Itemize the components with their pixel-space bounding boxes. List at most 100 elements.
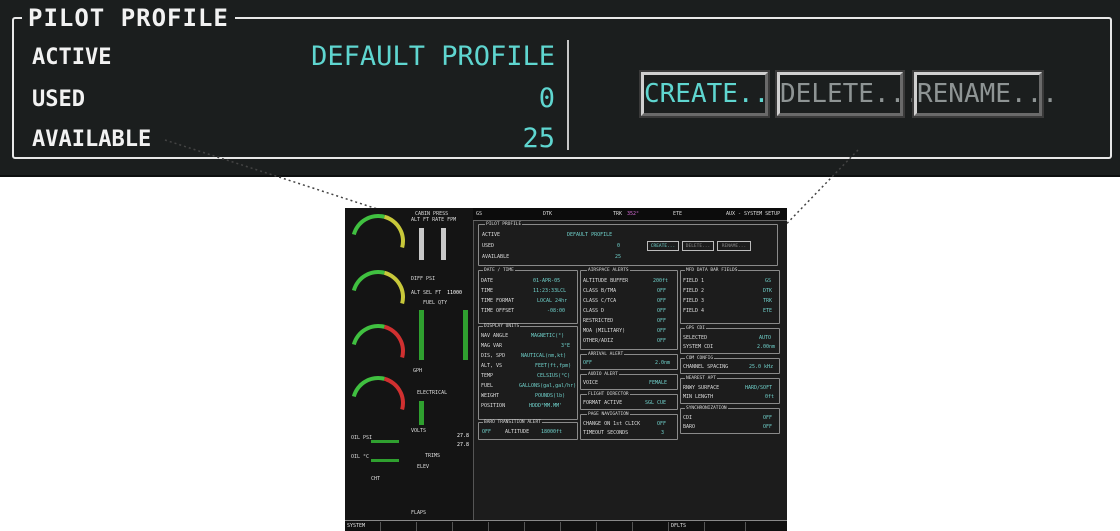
sync-baro-label: BARO xyxy=(683,424,696,430)
restricted-value[interactable]: OFF xyxy=(657,318,666,324)
field-2-value[interactable]: DTK xyxy=(763,288,772,294)
alt-vs-value[interactable]: FEET(ft,fpm) xyxy=(535,363,571,369)
restricted-label: RESTRICTED xyxy=(583,318,614,324)
flaps-label: FLAPS xyxy=(411,510,427,516)
elev-trim-label: ELEV xyxy=(417,464,430,470)
mag-var-value: 3°E xyxy=(561,343,571,349)
field-2-label: FIELD 2 xyxy=(683,288,705,294)
time-label: TIME xyxy=(481,288,494,294)
temp-value[interactable]: CELSIUS(°C) xyxy=(537,373,570,379)
system-cdi-value: 2.00nm xyxy=(757,344,776,350)
alt-sel-label: ALT SEL FT xyxy=(411,290,442,296)
ete-label: ETE xyxy=(673,211,683,217)
nearest-apt-box xyxy=(680,378,780,404)
fuel-value[interactable]: GALLONS(gal,gal/hr) xyxy=(519,383,576,389)
min-length-value[interactable]: 0ft xyxy=(765,394,774,400)
format-active-value[interactable]: SGL CUE xyxy=(645,400,666,406)
torque-gauge xyxy=(345,208,415,278)
field-4-label: FIELD 4 xyxy=(683,308,705,314)
sync-baro-value[interactable]: OFF xyxy=(763,424,772,430)
weight-label: WEIGHT xyxy=(481,393,500,399)
softkey-3[interactable] xyxy=(417,522,453,531)
fuel-right-bar xyxy=(463,310,468,360)
softkey-5[interactable] xyxy=(489,522,525,531)
class-c-value[interactable]: OFF xyxy=(657,298,666,304)
rnwy-surface-value[interactable]: HARD/SOFT xyxy=(745,385,772,391)
altitude-buffer-value[interactable]: 200ft xyxy=(653,278,668,284)
baro-altitude-value[interactable]: 18000ft xyxy=(541,429,562,435)
sync-cdi-label: CDI xyxy=(683,415,693,421)
alt-sel-value: 11000 xyxy=(447,290,463,296)
softkey-9[interactable] xyxy=(633,522,669,531)
volts-1-value: 27.8 xyxy=(457,433,470,439)
softkey-7[interactable] xyxy=(561,522,597,531)
mini-used-value: 0 xyxy=(617,243,621,249)
baro-transition-state[interactable]: OFF xyxy=(482,429,491,435)
softkey-12[interactable] xyxy=(746,522,787,531)
alt-rate-label: ALT FT RATE FPM xyxy=(411,217,457,223)
nav-angle-label: NAV ANGLE xyxy=(481,333,509,339)
class-d-value[interactable]: OFF xyxy=(657,308,666,314)
mini-create-button[interactable]: CREATE... xyxy=(647,241,679,251)
mini-rename-button[interactable]: RENAME... xyxy=(717,241,751,251)
timeout-seconds-value[interactable]: 3 xyxy=(661,430,664,436)
mini-delete-button[interactable]: DELETE... xyxy=(682,241,714,251)
mini-active-value[interactable]: DEFAULT PROFILE xyxy=(567,232,612,238)
cabin-alt-bar xyxy=(419,228,424,260)
nav-angle-value[interactable]: MAGNETIC(°) xyxy=(531,333,564,339)
audio-alert-title: AUDIO ALERT xyxy=(587,372,619,377)
sync-cdi-value[interactable]: OFF xyxy=(763,415,772,421)
field-4-value[interactable]: ETE xyxy=(763,308,772,314)
gph-label: GPH xyxy=(413,368,423,374)
gps-cdi-title: GPS CDI xyxy=(685,326,706,331)
date-value[interactable]: 01-APR-05 xyxy=(533,278,560,284)
class-b-value[interactable]: OFF xyxy=(657,288,666,294)
altitude-buffer-label: ALTITUDE BUFFER xyxy=(583,278,629,284)
com-config-title: COM CONFIG xyxy=(685,356,715,361)
gps-cdi-box xyxy=(680,328,780,354)
page-navigation-box xyxy=(580,414,678,440)
softkey-bar: SYSTEM DFLTS xyxy=(345,520,787,531)
amps-bar xyxy=(419,401,424,425)
softkey-8[interactable] xyxy=(597,522,633,531)
arrival-alert-state[interactable]: OFF xyxy=(583,360,592,366)
voice-value[interactable]: FEMALE xyxy=(649,380,667,386)
cht-label: CHT xyxy=(371,476,381,482)
weight-value[interactable]: POUNDS(lb) xyxy=(535,393,565,399)
oil-psi-label: OIL PSI xyxy=(351,435,373,441)
mfd-screen: OIL PSI OIL °C CHT CABIN PRESS ALT FT RA… xyxy=(345,208,787,531)
softkey-4[interactable] xyxy=(453,522,489,531)
date-time-title: DATE / TIME xyxy=(483,268,515,273)
softkey-11[interactable] xyxy=(705,522,746,531)
softkey-2[interactable] xyxy=(381,522,417,531)
arrival-alert-title: ARRIVAL ALERT xyxy=(587,352,625,357)
channel-spacing-label: CHANNEL SPACING xyxy=(683,364,729,370)
arrival-alert-value[interactable]: 2.0nm xyxy=(655,360,670,366)
synchronization-box xyxy=(680,408,780,434)
gs-label: GS xyxy=(476,211,483,217)
time-format-value[interactable]: LOCAL 24hr xyxy=(537,298,567,304)
time-offset-value[interactable]: -08:00 xyxy=(547,308,565,314)
cdi-selected-value[interactable]: AUTO xyxy=(759,335,771,341)
softkey-system[interactable]: SYSTEM xyxy=(345,522,381,531)
dis-spd-value[interactable]: NAUTICAL(nm,kt) xyxy=(521,353,566,359)
page-navigation-title: PAGE NAVIGATION xyxy=(587,412,630,417)
mini-available-label: AVAILABLE xyxy=(482,254,510,260)
volts-2-value: 27.8 xyxy=(457,442,470,448)
trims-label: TRIMS xyxy=(425,453,441,459)
fuel-label: FUEL xyxy=(481,383,494,389)
format-active-label: FORMAT ACTIVE xyxy=(583,400,623,406)
softkey-defaults[interactable]: DFLTS xyxy=(669,522,705,531)
softkey-6[interactable] xyxy=(525,522,561,531)
change-on-click-value[interactable]: OFF xyxy=(657,421,666,427)
position-value[interactable]: HDDD°MM.MM' xyxy=(529,403,562,409)
other-adiz-value[interactable]: OFF xyxy=(657,338,666,344)
moa-value[interactable]: OFF xyxy=(657,328,666,334)
class-d-label: CLASS D xyxy=(583,308,605,314)
channel-spacing-value[interactable]: 25.0 kHz xyxy=(749,364,773,370)
cabin-rate-bar xyxy=(441,228,446,260)
trk-label: TRK xyxy=(613,211,623,217)
field-3-value[interactable]: TRK xyxy=(763,298,772,304)
trk-value: 352° xyxy=(627,211,640,217)
field-1-value[interactable]: GS xyxy=(765,278,771,284)
